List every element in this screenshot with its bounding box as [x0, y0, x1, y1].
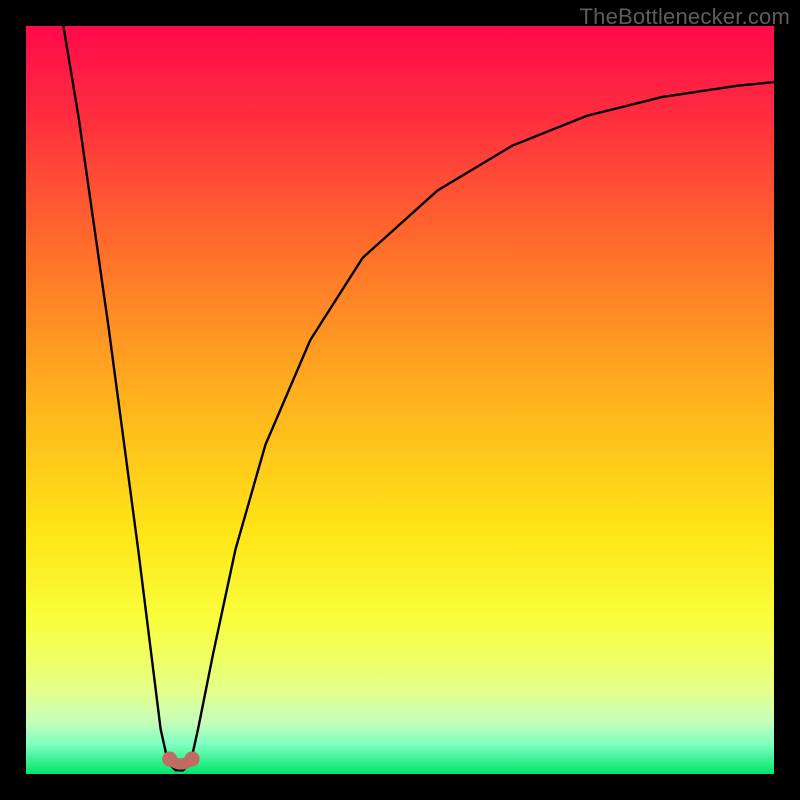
- watermark-text: TheBottlenecker.com: [580, 4, 790, 30]
- chart-frame: TheBottlenecker.com: [0, 0, 800, 800]
- plot-area: [26, 26, 774, 774]
- bottleneck-curve: [63, 26, 774, 770]
- valley-marker-1: [185, 752, 199, 766]
- valley-marker-0: [163, 752, 177, 766]
- valley-markers: [163, 752, 199, 766]
- curve-layer: [26, 26, 774, 774]
